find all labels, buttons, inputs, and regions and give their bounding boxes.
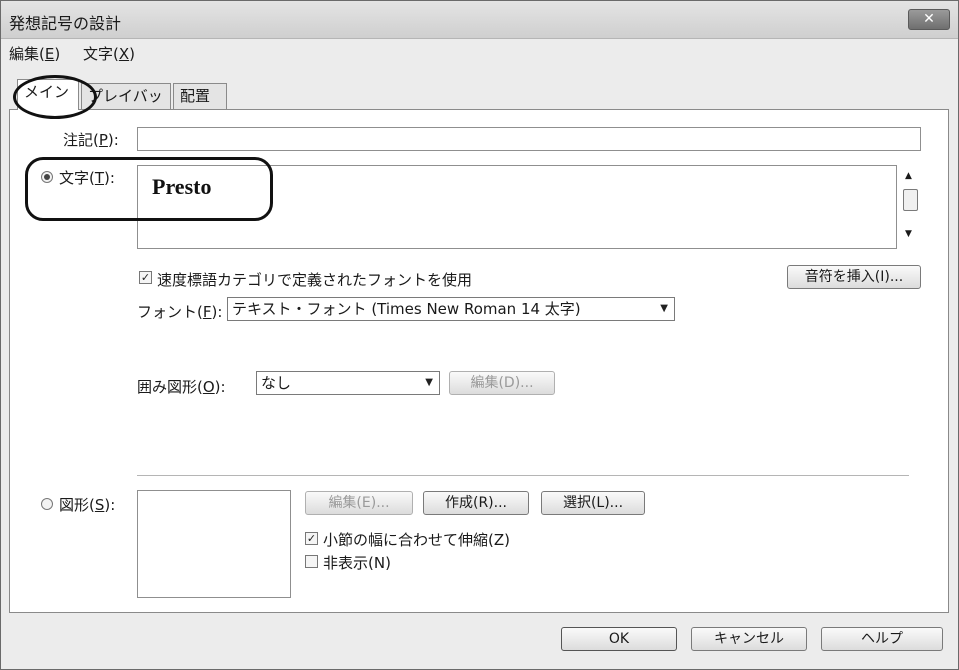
tab-highlight-circle <box>13 75 97 119</box>
menu-text[interactable]: 文字(X) <box>83 43 135 64</box>
shape-edit-button[interactable]: 編集(E)... <box>305 491 413 515</box>
chevron-down-icon: ▼ <box>660 303 668 314</box>
font-label: フォント(F): <box>137 303 223 321</box>
hide-label: 非表示(N) <box>323 554 391 572</box>
font-select[interactable]: テキスト・フォント (Times New Roman 14 太字) ▼ <box>227 297 675 321</box>
shape-select-button[interactable]: 選択(L)... <box>541 491 645 515</box>
close-icon: ✕ <box>923 11 935 27</box>
enclosure-edit-button[interactable]: 編集(D)... <box>449 371 555 395</box>
shape-preview[interactable] <box>137 490 291 598</box>
window-title: 発想記号の設計 <box>9 14 122 33</box>
stretch-checkbox[interactable]: ✓ <box>305 532 318 545</box>
close-button[interactable]: ✕ <box>908 9 950 30</box>
menu-bar: 編集(E) 文字(X) <box>1 39 958 65</box>
shape-create-button[interactable]: 作成(R)... <box>423 491 529 515</box>
use-category-font-checkbox[interactable]: ✓ <box>139 271 152 284</box>
dialog-window: 発想記号の設計 ✕ 編集(E) 文字(X) メイン プレイバック 配置 注記(P… <box>0 0 959 670</box>
dialog-footer <box>1 613 958 669</box>
enclosure-select-value: なし <box>261 374 292 392</box>
stretch-label: 小節の幅に合わせて伸縮(Z) <box>323 531 510 549</box>
enclosure-select[interactable]: なし ▼ <box>256 371 440 395</box>
annotation-input[interactable] <box>137 127 921 151</box>
scroll-down-icon[interactable]: ▼ <box>905 229 912 239</box>
text-scrollbar[interactable]: ▲ ▼ <box>901 165 919 249</box>
tab-placement[interactable]: 配置 <box>173 83 227 109</box>
hide-checkbox[interactable] <box>305 555 318 568</box>
font-select-value: テキスト・フォント (Times New Roman 14 太字) <box>232 300 581 318</box>
insert-note-button[interactable]: 音符を挿入(I)... <box>787 265 921 289</box>
cancel-button[interactable]: キャンセル <box>691 627 807 651</box>
text-highlight-circle <box>25 157 273 221</box>
annotation-label: 注記(P): <box>63 131 119 149</box>
title-bar: 発想記号の設計 ✕ <box>1 1 958 39</box>
use-category-font-label: 速度標語カテゴリで定義されたフォントを使用 <box>157 271 473 289</box>
enclosure-label: 囲み図形(O): <box>137 378 226 396</box>
ok-button[interactable]: OK <box>561 627 677 651</box>
menu-edit[interactable]: 編集(E) <box>9 43 60 64</box>
shape-radio[interactable] <box>41 498 53 510</box>
shape-label: 図形(S): <box>59 496 116 514</box>
divider <box>137 475 909 476</box>
help-button[interactable]: ヘルプ <box>821 627 943 651</box>
scroll-thumb[interactable] <box>903 189 918 211</box>
scroll-up-icon[interactable]: ▲ <box>905 171 912 181</box>
chevron-down-icon: ▼ <box>425 377 433 388</box>
